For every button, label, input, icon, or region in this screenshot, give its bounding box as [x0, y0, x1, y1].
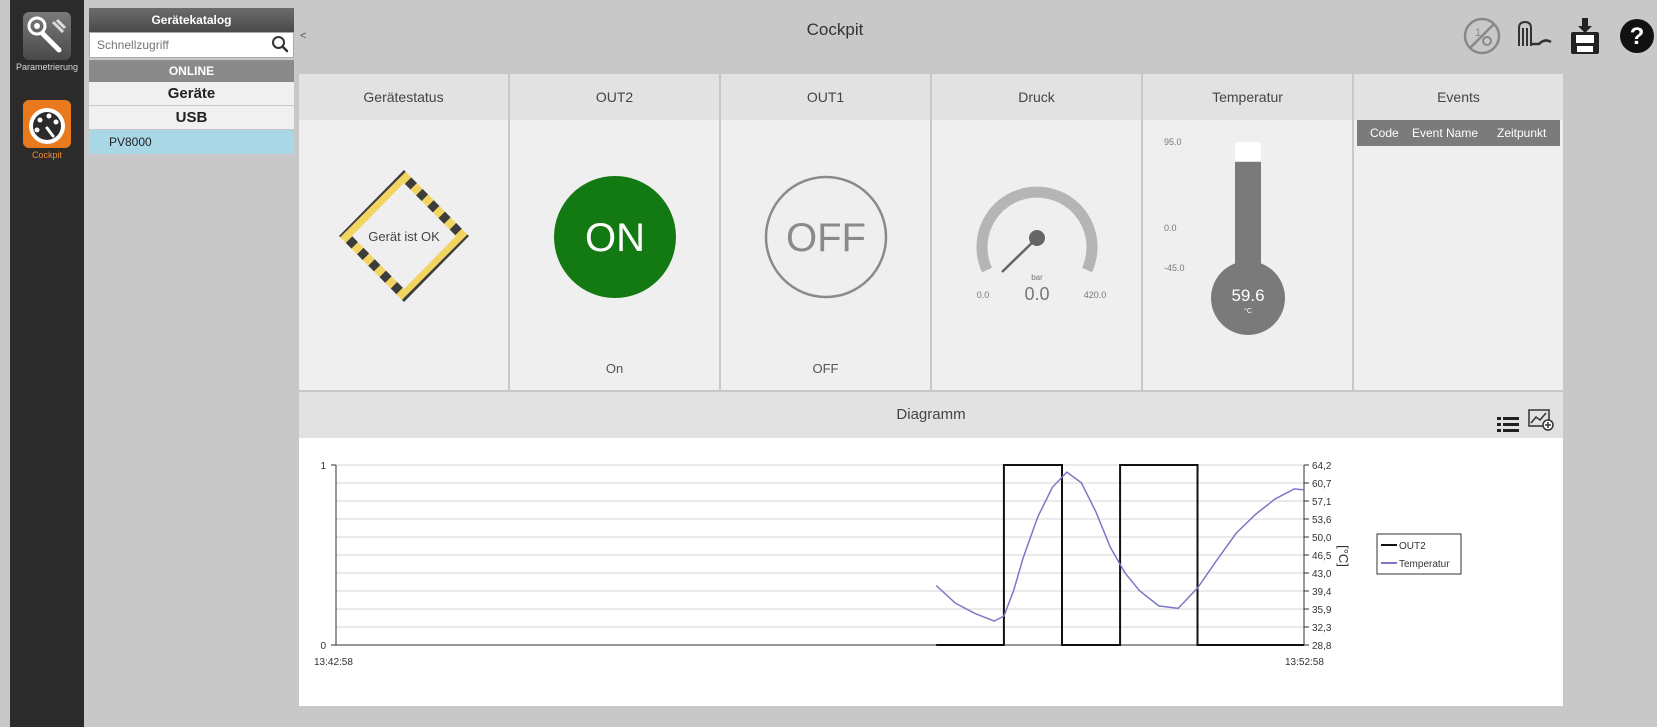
right-tick-label: 35,9 — [1312, 605, 1332, 616]
search-icon[interactable] — [271, 35, 289, 58]
tile-pressure: Druck bar 0.0 0.0 420.0 — [932, 74, 1141, 390]
status-message: Gerät ist OK — [368, 229, 440, 244]
group-usb[interactable]: USB — [89, 106, 294, 130]
signal-icon[interactable] — [1515, 16, 1555, 56]
x-end-label: 13:52:58 — [1285, 657, 1324, 668]
scale-mid: 0.0 — [1164, 223, 1177, 233]
save-device-icon[interactable] — [1565, 16, 1605, 56]
out2-state: On — [605, 361, 624, 376]
help-icon[interactable]: ? — [1617, 16, 1657, 56]
temperature-value: 59.6 — [1231, 286, 1264, 305]
out1-badge: OFF — [786, 216, 866, 260]
diagram-chart: 28,8 32,3 35,9 39,4 43,0 46,5 50,0 53,6 57,1 60,7… — [314, 461, 1462, 668]
gauge-icon — [23, 100, 71, 148]
sidebar-item-cockpit[interactable]: Cockpit — [10, 100, 84, 160]
device-catalog: Gerätekatalog ONLINE Geräte USB PV8000 — [89, 8, 294, 727]
group-geraete[interactable]: Geräte — [89, 82, 294, 106]
out2-badge: ON — [585, 216, 645, 260]
scale-min: -45.0 — [1164, 263, 1185, 273]
diagram-panel: Diagramm 28,8 32,3 35,9 39,4 43,0 46,5 50,0 53,… — [299, 392, 1563, 706]
cockpit-panel: Gerätestatus Gerät ist OK OUT2 ON On OUT… — [299, 74, 1563, 390]
right-tick-label: 57,1 — [1312, 497, 1332, 508]
sidebar-item-parametrierung[interactable]: Parametrierung — [10, 12, 84, 72]
right-tick-label: 53,6 — [1312, 515, 1332, 526]
page-title: Cockpit — [806, 20, 864, 39]
tile-events: Events Code Event Name Zeitpunkt — [1354, 74, 1563, 390]
left-tick-label: 0 — [320, 641, 326, 652]
sidebar-item-label: Cockpit — [31, 150, 62, 160]
right-tick-label: 32,3 — [1312, 623, 1332, 634]
pressure-min: 0.0 — [977, 290, 990, 300]
thermometer: 95.0 0.0 -45.0 59.6 °C — [1164, 137, 1285, 335]
pressure-unit: bar — [1031, 273, 1043, 282]
legend-item: Temperatur — [1399, 559, 1450, 570]
sidebar-item-label: Parametrierung — [15, 62, 79, 72]
tile-temperature: Temperatur 95.0 0.0 -45.0 59.6 °C — [1143, 74, 1352, 390]
tile-out1: OUT1 OFF OFF — [721, 74, 930, 390]
pressure-value: 0.0 — [1024, 284, 1049, 304]
device-item[interactable]: PV8000 — [89, 130, 294, 154]
tile-title: OUT1 — [721, 74, 930, 120]
pressure-gauge: bar 0.0 0.0 420.0 — [976, 186, 1107, 304]
svg-text:?: ? — [1630, 23, 1645, 50]
left-rail: Parametrierung Cockpit — [10, 0, 84, 727]
right-tick-label: 43,0 — [1312, 569, 1332, 580]
left-tick-label: 1 — [320, 461, 326, 472]
diagram-title: Diagramm — [896, 406, 966, 423]
tile-title: Events — [1354, 74, 1563, 120]
right-tick-label: 39,4 — [1312, 587, 1332, 598]
right-tick-label: 28,8 — [1312, 641, 1332, 652]
scale-max: 95.0 — [1164, 137, 1182, 147]
out1-indicator: OFF — [764, 175, 888, 299]
tile-title: Temperatur — [1143, 74, 1352, 120]
legend-item: OUT2 — [1399, 541, 1426, 552]
column-code[interactable]: Code — [1370, 120, 1399, 146]
events-table-header: Code Event Name Zeitpunkt — [1357, 120, 1560, 146]
svg-text:1: 1 — [1475, 27, 1481, 39]
tile-title: OUT2 — [510, 74, 719, 120]
right-tick-label: 60,7 — [1312, 479, 1332, 490]
out1-state: OFF — [812, 361, 839, 376]
right-axis-label: [°C] — [1336, 545, 1351, 567]
column-timestamp[interactable]: Zeitpunkt — [1497, 120, 1546, 146]
right-tick-label: 64,2 — [1312, 461, 1332, 472]
tile-title: Gerätestatus — [299, 74, 508, 120]
quick-access-search — [89, 32, 294, 58]
pressure-max: 420.0 — [1084, 290, 1107, 300]
io-disabled-icon[interactable]: 1 — [1462, 16, 1502, 56]
online-header: ONLINE — [89, 60, 294, 82]
parametrization-icon — [23, 12, 71, 60]
column-event-name[interactable]: Event Name — [1412, 120, 1478, 146]
catalog-title: Gerätekatalog — [89, 8, 294, 32]
search-input[interactable] — [90, 33, 293, 57]
device-ok-indicator: Gerät ist OK — [339, 170, 469, 302]
diagram-header: Diagramm — [299, 392, 1563, 438]
tile-device-status: Gerätestatus Gerät ist OK — [299, 74, 508, 390]
x-start-label: 13:42:58 — [314, 657, 353, 668]
out2-indicator: ON — [554, 176, 676, 298]
right-tick-label: 46,5 — [1312, 551, 1332, 562]
tile-out2: OUT2 ON On — [510, 74, 719, 390]
tile-title: Druck — [932, 74, 1141, 120]
right-tick-label: 50,0 — [1312, 533, 1332, 544]
temperature-unit: °C — [1244, 307, 1252, 315]
